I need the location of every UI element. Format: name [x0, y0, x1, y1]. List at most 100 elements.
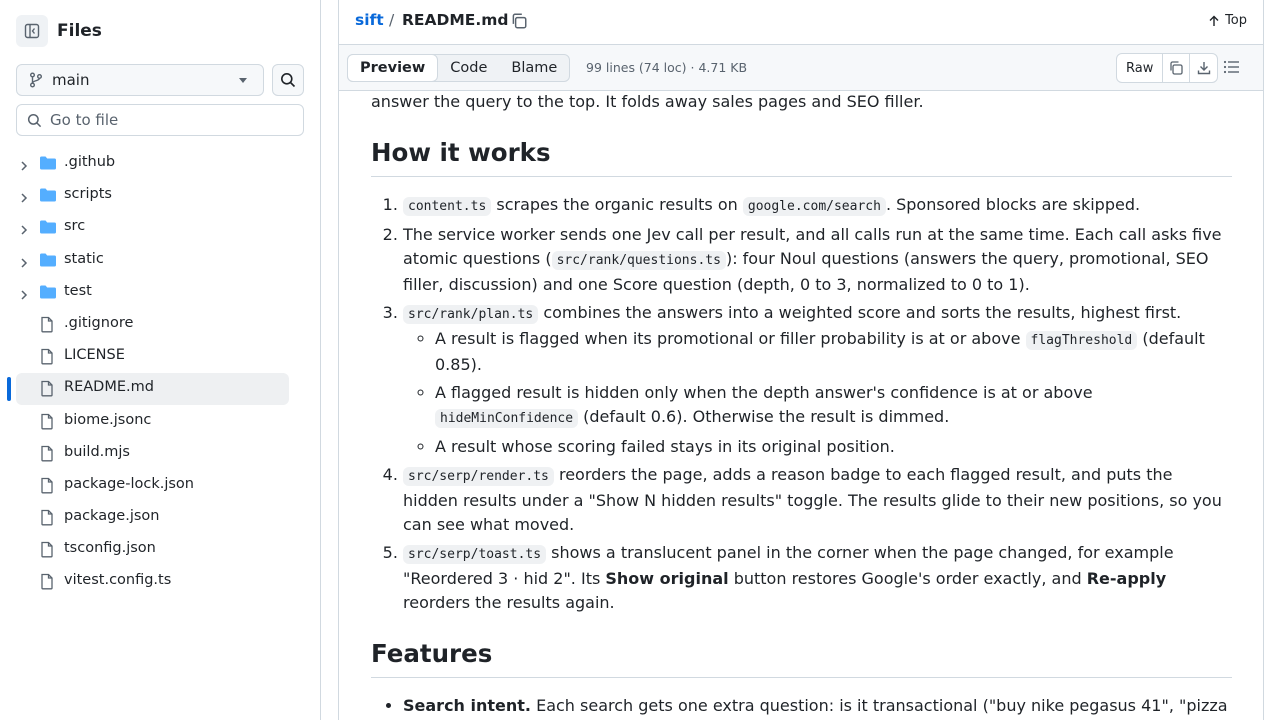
breadcrumb-separator: /: [389, 11, 395, 29]
file-header: sift / README.md Top: [339, 0, 1263, 44]
raw-button[interactable]: Raw: [1117, 54, 1164, 82]
inline-code: src/rank/plan.ts: [403, 305, 539, 324]
tree-item-package-json[interactable]: package.json: [0, 501, 320, 533]
tree-item-license[interactable]: LICENSE: [0, 340, 320, 372]
file-icon: [41, 381, 53, 397]
inline-code: src/serp/render.ts: [403, 467, 554, 486]
list-text: A result is flagged when its promotional…: [435, 329, 1026, 348]
list-item: A flagged result is hidden only when the…: [435, 381, 1232, 431]
tree-item-scripts[interactable]: scripts: [0, 179, 320, 211]
folder-icon: [40, 188, 56, 202]
back-to-top-button[interactable]: Top: [1208, 13, 1247, 28]
tree-item-vitest-config-ts[interactable]: vitest.config.ts: [0, 565, 320, 597]
tree-item-package-lock-json[interactable]: package-lock.json: [0, 469, 320, 501]
top-label: Top: [1225, 13, 1247, 28]
file-icon: [41, 348, 53, 365]
inline-code: src/rank/questions.ts: [551, 251, 726, 270]
tree-item-label: LICENSE: [64, 347, 125, 364]
readme-content: answer the query to the top. It folds aw…: [371, 91, 1232, 720]
inline-code: src/serp/toast.ts: [403, 545, 547, 564]
tree-item-icon: [39, 413, 55, 434]
file-toolbar: Preview Code Blame 99 lines (74 loc) · 4…: [339, 44, 1263, 91]
tree-item-readme-md[interactable]: README.md: [0, 372, 320, 406]
copy-raw-button[interactable]: [1163, 54, 1191, 82]
tree-item-label: package-lock.json: [64, 475, 194, 492]
tree-item-label: static: [64, 250, 104, 267]
chevron-right-icon: [21, 193, 28, 203]
tree-item-label: scripts: [64, 186, 112, 203]
list-item: src/rank/plan.ts combines the answers in…: [403, 301, 1232, 459]
tree-item-icon: [39, 284, 57, 304]
list-item: src/serp/render.ts reorders the page, ad…: [403, 463, 1232, 537]
file-icon: [41, 542, 53, 558]
outline-button[interactable]: [1223, 59, 1241, 79]
expand-toggle[interactable]: [19, 221, 29, 240]
tab-blame[interactable]: Blame: [499, 55, 569, 81]
list-item: A result whose scoring failed stays in i…: [435, 435, 1232, 459]
tree-item-build-mjs[interactable]: build.mjs: [0, 437, 320, 469]
branch-selector[interactable]: main: [16, 64, 264, 96]
view-mode-segmented-control: Preview Code Blame: [347, 54, 571, 82]
copy-path-button[interactable]: [510, 12, 528, 34]
steps-list: content.ts scrapes the organic results o…: [371, 193, 1232, 615]
tree-item-label: test: [64, 282, 92, 299]
expand-toggle[interactable]: [19, 254, 29, 273]
file-icon: [41, 445, 53, 462]
tree-item-icon: [39, 155, 57, 175]
bold-text: Re-apply: [1086, 569, 1167, 588]
sidebar-collapse-icon: [24, 23, 40, 39]
tree-item-label: build.mjs: [64, 443, 130, 460]
arrow-up-icon: [1209, 15, 1219, 26]
breadcrumb-file-name: README.md: [402, 11, 509, 29]
intro-paragraph-tail: answer the query to the top. It folds aw…: [371, 92, 924, 111]
branch-name: main: [52, 71, 90, 89]
tree-item-label: README.md: [64, 379, 154, 396]
download-button[interactable]: [1190, 54, 1217, 82]
tree-item-label: tsconfig.json: [64, 540, 156, 557]
sidebar-header: Files: [16, 15, 102, 47]
copy-icon: [1170, 61, 1184, 75]
chevron-right-icon: [21, 258, 28, 268]
chevron-right-icon: [21, 290, 28, 300]
folder-icon: [40, 253, 56, 267]
heading-how-it-works: How it works: [371, 138, 1232, 177]
tab-preview[interactable]: Preview: [347, 54, 439, 82]
go-to-file-placeholder: Go to file: [50, 111, 119, 129]
expand-toggle[interactable]: [19, 157, 29, 176]
search-files-button[interactable]: [272, 64, 304, 96]
chevron-down-icon: [239, 78, 247, 83]
list-text: combines the answers into a weighted sco…: [538, 303, 1182, 322]
tree-item-label: vitest.config.ts: [64, 572, 172, 589]
expand-toggle[interactable]: [19, 286, 29, 305]
tab-code[interactable]: Code: [438, 55, 499, 81]
list-item: content.ts scrapes the organic results o…: [403, 193, 1232, 219]
expand-toggle[interactable]: [19, 189, 29, 208]
list-item: src/serp/toast.ts shows a translucent pa…: [403, 541, 1232, 615]
tree-item-icon: [39, 445, 55, 466]
list-item: A result is flagged when its promotional…: [435, 327, 1232, 377]
list-text: reorders the results again.: [403, 593, 615, 612]
list-item: The service worker sends one Jev call pe…: [403, 223, 1232, 297]
tree-item-tsconfig-json[interactable]: tsconfig.json: [0, 533, 320, 565]
breadcrumb-repo-link[interactable]: sift: [355, 11, 384, 29]
inline-code: content.ts: [403, 197, 492, 216]
folder-icon: [40, 220, 56, 234]
tree-item-test[interactable]: test: [0, 276, 320, 308]
tree-item-biome-jsonc[interactable]: biome.jsonc: [0, 405, 320, 437]
copy-icon: [512, 13, 527, 29]
tree-item-label: .gitignore: [64, 314, 134, 331]
tree-item-icon: [39, 187, 57, 207]
go-to-file-input[interactable]: Go to file: [16, 104, 304, 136]
list-outline-icon: [1223, 60, 1239, 74]
file-icon: [41, 477, 53, 494]
list-text: A flagged result is hidden only when the…: [435, 383, 1093, 402]
list-item: Search intent. Each search gets one extr…: [403, 694, 1232, 720]
tree-item-github[interactable]: .github: [0, 147, 320, 179]
tree-item-icon: [39, 380, 55, 401]
tree-item-static[interactable]: static: [0, 244, 320, 276]
tree-item-src[interactable]: src: [0, 211, 320, 243]
file-icon: [41, 413, 53, 429]
collapse-sidebar-button[interactable]: [16, 15, 48, 47]
tree-item-gitignore[interactable]: .gitignore: [0, 308, 320, 340]
tree-item-icon: [39, 316, 55, 337]
